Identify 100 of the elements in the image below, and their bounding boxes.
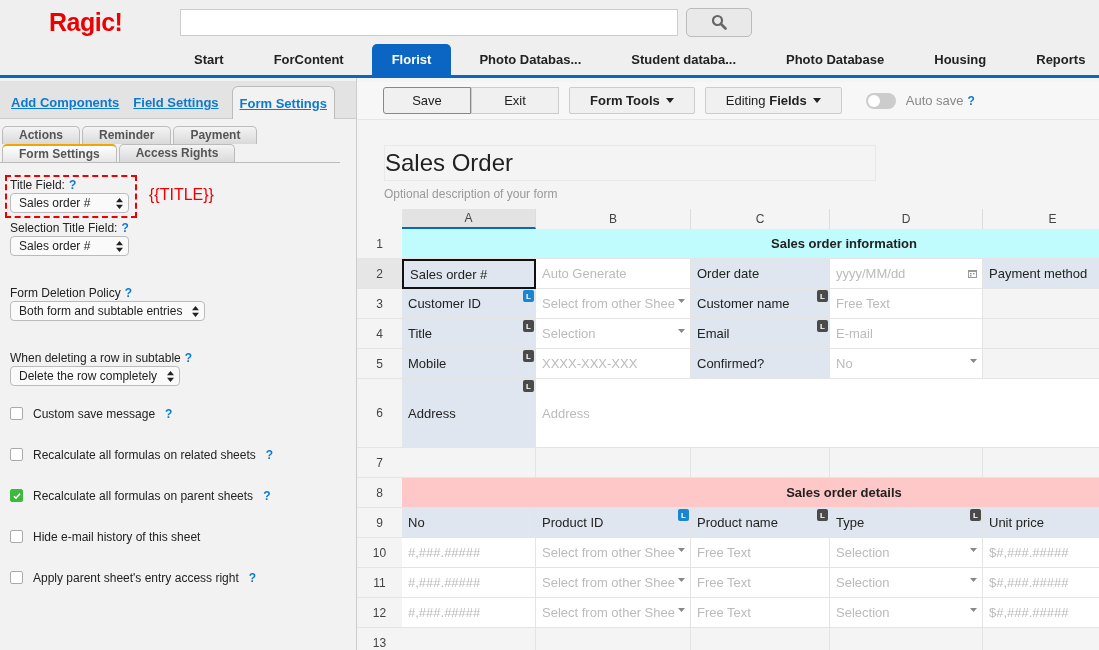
field-label-cell[interactable]: Customer ID L bbox=[402, 289, 536, 319]
field-label-cell[interactable]: Product name L bbox=[691, 508, 830, 538]
sheet-tab[interactable]: Start bbox=[172, 44, 246, 75]
settings-tab[interactable]: Reminder bbox=[82, 126, 172, 144]
row-number[interactable]: 12 bbox=[357, 598, 402, 628]
row-number[interactable]: 5 bbox=[357, 349, 402, 379]
help-link[interactable]: ? bbox=[184, 351, 193, 365]
checkbox-label: Recalculate all formulas on related sheets bbox=[33, 447, 256, 462]
field-label-cell[interactable]: Confirmed? bbox=[691, 349, 830, 379]
dropdown[interactable]: Sales order # bbox=[10, 236, 129, 256]
row-number[interactable]: 10 bbox=[357, 538, 402, 568]
help-link[interactable]: ? bbox=[68, 178, 77, 192]
column-header[interactable]: A bbox=[402, 209, 536, 229]
field-label-cell[interactable]: Product ID L bbox=[536, 508, 691, 538]
toggle-label: Auto save bbox=[905, 93, 964, 108]
field-label-cell[interactable]: Unit price bbox=[983, 508, 1099, 538]
dropdown[interactable]: Sales order # bbox=[10, 193, 129, 213]
help-link[interactable]: ? bbox=[121, 221, 129, 235]
checkbox-label: Custom save message bbox=[33, 406, 156, 421]
field-label-cell[interactable]: Type L bbox=[830, 508, 983, 538]
sheet-tab[interactable]: ForContent bbox=[251, 44, 366, 75]
help-link[interactable]: ? bbox=[248, 570, 257, 585]
link-badge: L bbox=[523, 350, 534, 362]
checkbox[interactable] bbox=[10, 489, 23, 502]
link-badge: L bbox=[678, 509, 689, 521]
section-header: Sales order details bbox=[402, 478, 1099, 508]
sheet-tab[interactable]: Reports bbox=[1014, 44, 1099, 75]
checkbox-label: Recalculate all formulas on parent sheets bbox=[33, 488, 254, 503]
updown-icon bbox=[192, 305, 200, 317]
field-label: When deleting a row in subtable bbox=[10, 351, 181, 365]
form-title[interactable]: Sales Order bbox=[384, 145, 876, 181]
help-link[interactable]: ? bbox=[124, 286, 133, 300]
section-header: Sales order information bbox=[402, 229, 1099, 259]
help-link[interactable]: ? bbox=[967, 93, 975, 108]
checkbox-label: Apply parent sheet's entry access right bbox=[33, 570, 239, 585]
row-number[interactable]: 9 bbox=[357, 508, 402, 538]
row-number[interactable]: 13 bbox=[357, 628, 402, 650]
link-badge: L bbox=[817, 290, 828, 302]
field-label-cell[interactable]: Email L bbox=[691, 319, 830, 349]
link-badge: L bbox=[523, 380, 534, 392]
checkbox[interactable] bbox=[10, 530, 23, 543]
updown-icon bbox=[167, 370, 175, 382]
link-badge: L bbox=[970, 509, 981, 521]
caret-icon bbox=[812, 98, 821, 103]
row-number[interactable]: 7 bbox=[357, 448, 402, 478]
row-number[interactable]: 4 bbox=[357, 319, 402, 349]
updown-icon bbox=[116, 197, 123, 209]
field-label-cell[interactable]: Sales order # bbox=[402, 259, 536, 289]
search-icon bbox=[711, 14, 727, 30]
row-number[interactable]: 2 bbox=[357, 259, 402, 289]
checkbox[interactable] bbox=[10, 407, 23, 420]
panel-tab[interactable]: Form Settings bbox=[231, 86, 335, 119]
sheet-tab[interactable]: Florist bbox=[371, 44, 452, 75]
field-label-cell[interactable]: Address L bbox=[402, 379, 536, 448]
sheet-tab[interactable]: Student databa... bbox=[609, 44, 758, 75]
search-button[interactable] bbox=[686, 7, 752, 37]
field-label-cell[interactable]: Mobile L bbox=[402, 349, 536, 379]
sheet-tab[interactable]: Housing bbox=[912, 44, 1009, 75]
settings-tab[interactable]: Actions bbox=[2, 126, 80, 144]
field-label: Form Deletion Policy bbox=[10, 286, 121, 300]
logo[interactable]: Ragic! bbox=[49, 6, 180, 38]
row-number[interactable]: 11 bbox=[357, 568, 402, 598]
toolbar-button[interactable]: Save bbox=[383, 87, 471, 114]
row-number[interactable]: 1 bbox=[357, 229, 402, 259]
field-label: Title Field: bbox=[10, 178, 65, 192]
link-badge: L bbox=[817, 320, 828, 332]
toolbar-button[interactable]: Exit bbox=[471, 87, 559, 114]
field-label-cell[interactable]: No bbox=[402, 508, 536, 538]
row-number[interactable]: 8 bbox=[357, 478, 402, 508]
updown-icon bbox=[116, 240, 123, 252]
menu-button[interactable]: Editing Fields bbox=[704, 87, 842, 114]
row-number[interactable]: 3 bbox=[357, 289, 402, 319]
toggle-switch[interactable] bbox=[865, 92, 896, 109]
settings-tab[interactable]: Access Rights bbox=[118, 144, 236, 162]
caret-icon bbox=[665, 98, 674, 103]
panel-tab[interactable]: Add Components bbox=[4, 95, 127, 118]
help-link[interactable]: ? bbox=[265, 447, 274, 462]
sheet-tab[interactable]: Photo Databas... bbox=[457, 44, 604, 75]
field-label-cell[interactable]: Customer name L bbox=[691, 289, 830, 319]
row-number[interactable]: 6 bbox=[357, 379, 402, 448]
checkbox[interactable] bbox=[10, 571, 23, 584]
checkbox[interactable] bbox=[10, 448, 23, 461]
settings-tab[interactable]: Payment bbox=[173, 126, 258, 144]
dropdown[interactable]: Both form and subtable entries bbox=[10, 301, 206, 321]
field-label: Selection Title Field: bbox=[10, 221, 118, 235]
field-label-cell[interactable]: Title L bbox=[402, 319, 536, 349]
checkbox-label: Hide e-mail history of this sheet bbox=[33, 529, 201, 544]
field-label-cell[interactable]: Payment method bbox=[983, 259, 1099, 289]
help-link[interactable]: ? bbox=[165, 406, 173, 421]
link-badge: L bbox=[523, 290, 534, 302]
help-link[interactable]: ? bbox=[263, 488, 271, 503]
search-field[interactable] bbox=[180, 8, 678, 36]
link-badge: L bbox=[523, 320, 534, 332]
menu-button[interactable]: Form Tools bbox=[569, 87, 695, 114]
sheet-tab[interactable]: Photo Database bbox=[764, 44, 907, 75]
annotation-text: {{TITLE}} bbox=[149, 185, 214, 204]
dropdown[interactable]: Delete the row completely bbox=[10, 366, 181, 386]
settings-tab[interactable]: Form Settings bbox=[2, 144, 117, 162]
link-badge: L bbox=[817, 509, 828, 521]
field-label-cell[interactable]: Order date bbox=[691, 259, 830, 289]
